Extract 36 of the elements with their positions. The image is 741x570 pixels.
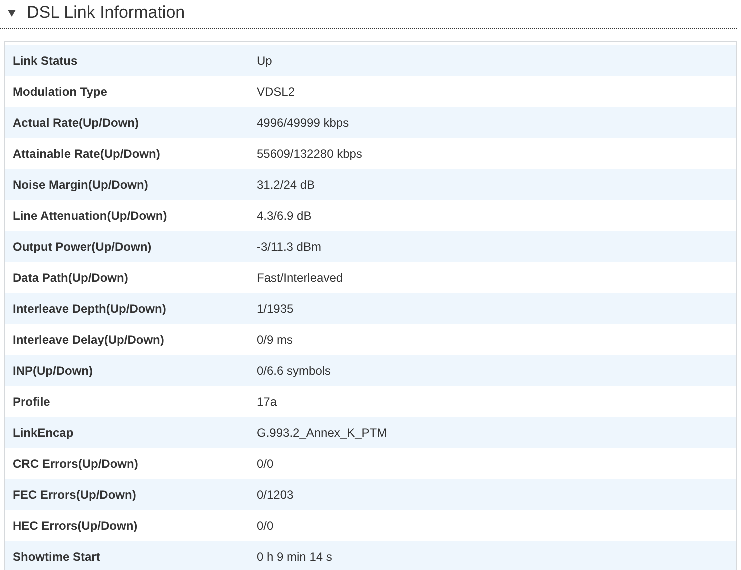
row-label: Showtime Start xyxy=(13,550,100,564)
row-value: 4.3/6.9 dB xyxy=(257,208,312,222)
row-label: Interleave Delay(Up/Down) xyxy=(13,332,164,346)
row-value: VDSL2 xyxy=(257,84,296,98)
row-label: Modulation Type xyxy=(13,84,108,98)
row-value: G.993.2_Annex_K_PTM xyxy=(257,426,388,440)
row-value: -3/11.3 dBm xyxy=(257,240,322,254)
row-label: Attainable Rate(Up/Down) xyxy=(13,146,160,160)
row-label: Interleave Depth(Up/Down) xyxy=(13,302,166,316)
row-value: 55609/132280 kbps xyxy=(257,146,362,160)
row-label: Noise Margin(Up/Down) xyxy=(13,178,148,192)
row-label: Line Attenuation(Up/Down) xyxy=(13,208,168,222)
row-value: 4996/49999 kbps xyxy=(257,116,350,130)
row-value: 0/0 xyxy=(257,456,274,470)
caret-icon[interactable] xyxy=(7,8,17,18)
row-label: LinkEncap xyxy=(13,426,74,440)
row-value: 0 h 9 min 14 s xyxy=(257,550,332,564)
row-value: Up xyxy=(257,54,272,68)
row-label: Data Path(Up/Down) xyxy=(13,270,128,284)
row-label: CRC Errors(Up/Down) xyxy=(13,456,138,470)
row-value: 0/9 ms xyxy=(257,332,294,346)
row-label: Output Power(Up/Down) xyxy=(13,240,152,254)
row-label: HEC Errors(Up/Down) xyxy=(13,518,138,532)
row-label: Link Status xyxy=(13,54,78,68)
row-value: 31.2/24 dB xyxy=(257,178,316,192)
row-value: 17a xyxy=(257,394,278,408)
row-label: INP(Up/Down) xyxy=(13,364,93,378)
row-value: 1/1935 xyxy=(257,302,294,316)
row-value: 0/0 xyxy=(257,518,274,532)
row-value: Fast/Interleaved xyxy=(257,270,344,284)
section-title: DSL Link Information xyxy=(27,3,186,23)
row-label: Actual Rate(Up/Down) xyxy=(13,116,139,130)
row-value: 0/6.6 symbols xyxy=(257,364,332,378)
row-label: Profile xyxy=(13,394,50,408)
row-value: 0/1203 xyxy=(257,488,294,502)
row-label: FEC Errors(Up/Down) xyxy=(13,488,136,502)
